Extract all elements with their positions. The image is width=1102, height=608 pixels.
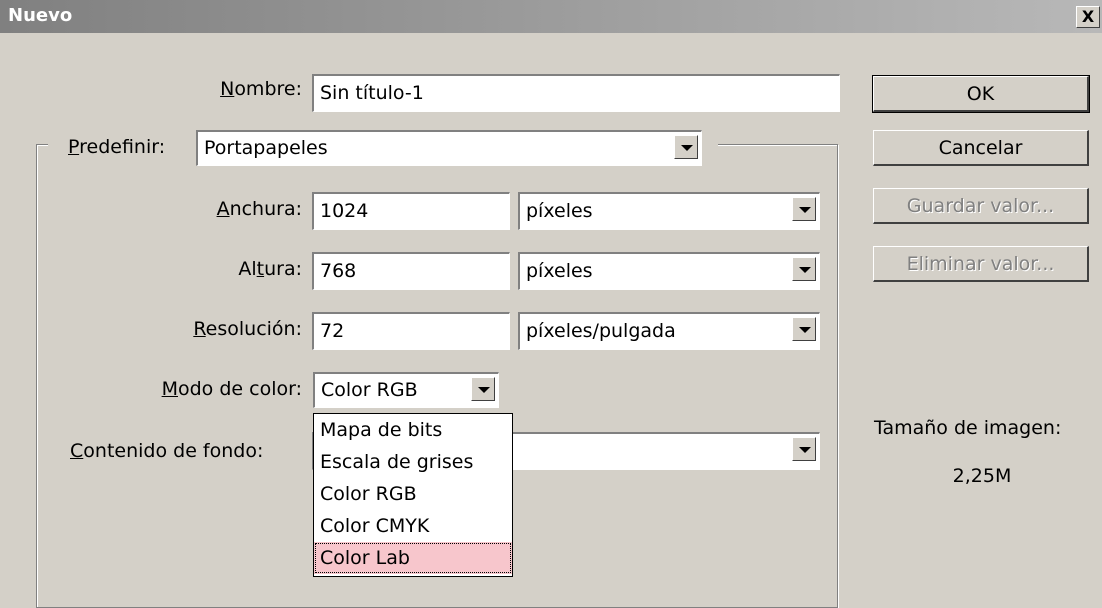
- anchura-chevron-down-icon[interactable]: [792, 197, 816, 221]
- modo-select[interactable]: Color RGB: [313, 372, 499, 408]
- window-title: Nuevo: [8, 5, 73, 26]
- altura-unit-select[interactable]: píxeles: [518, 252, 820, 290]
- modo-option[interactable]: Mapa de bits: [314, 414, 512, 446]
- modo-dropdown-list[interactable]: Mapa de bits Escala de grises Color RGB …: [313, 413, 513, 577]
- resolucion-unit-value: píxeles/pulgada: [526, 320, 676, 342]
- ok-button[interactable]: OK: [872, 75, 1090, 113]
- modo-value: Color RGB: [321, 379, 418, 401]
- anchura-unit-value: píxeles: [526, 200, 593, 222]
- delete-preset-button[interactable]: Eliminar valor...: [873, 246, 1089, 282]
- cancel-button[interactable]: Cancelar: [873, 130, 1089, 166]
- anchura-label: Anchura:: [216, 198, 302, 220]
- altura-chevron-down-icon[interactable]: [792, 257, 816, 281]
- nombre-input[interactable]: Sin título-1: [312, 74, 840, 112]
- altura-input[interactable]: 768: [312, 252, 510, 290]
- modo-option[interactable]: Color CMYK: [314, 510, 512, 542]
- altura-unit-value: píxeles: [526, 260, 593, 282]
- contenido-chevron-down-icon[interactable]: [792, 437, 816, 461]
- modo-chevron-down-icon[interactable]: [471, 377, 495, 401]
- image-size-label: Tamaño de imagen:: [874, 417, 1062, 439]
- predefinir-label: Predefinir:: [68, 136, 166, 158]
- nombre-label-rest: ombre:: [234, 78, 302, 100]
- anchura-unit-select[interactable]: píxeles: [518, 192, 820, 230]
- resolucion-unit-select[interactable]: píxeles/pulgada: [518, 312, 820, 350]
- nombre-label: Nombre:: [220, 78, 302, 100]
- resolucion-input[interactable]: 72: [312, 312, 510, 350]
- modo-option[interactable]: Escala de grises: [314, 446, 512, 478]
- anchura-input[interactable]: 1024: [312, 192, 510, 230]
- altura-label: Altura:: [238, 258, 302, 280]
- title-bar: Nuevo X: [0, 0, 1102, 33]
- modo-option-highlighted[interactable]: Color Lab: [314, 542, 512, 574]
- close-button[interactable]: X: [1076, 6, 1100, 28]
- modo-label: Modo de color:: [161, 378, 302, 400]
- image-size-value: 2,25M: [952, 465, 1012, 487]
- predefinir-chevron-down-icon[interactable]: [674, 135, 698, 159]
- resolucion-label: Resolución:: [193, 318, 302, 340]
- predefinir-value: Portapapeles: [204, 137, 328, 159]
- save-preset-button[interactable]: Guardar valor...: [873, 188, 1089, 224]
- resolucion-chevron-down-icon[interactable]: [792, 317, 816, 341]
- predefinir-select[interactable]: Portapapeles: [196, 130, 702, 166]
- modo-option[interactable]: Color RGB: [314, 478, 512, 510]
- contenido-label: Contenido de fondo:: [70, 440, 264, 462]
